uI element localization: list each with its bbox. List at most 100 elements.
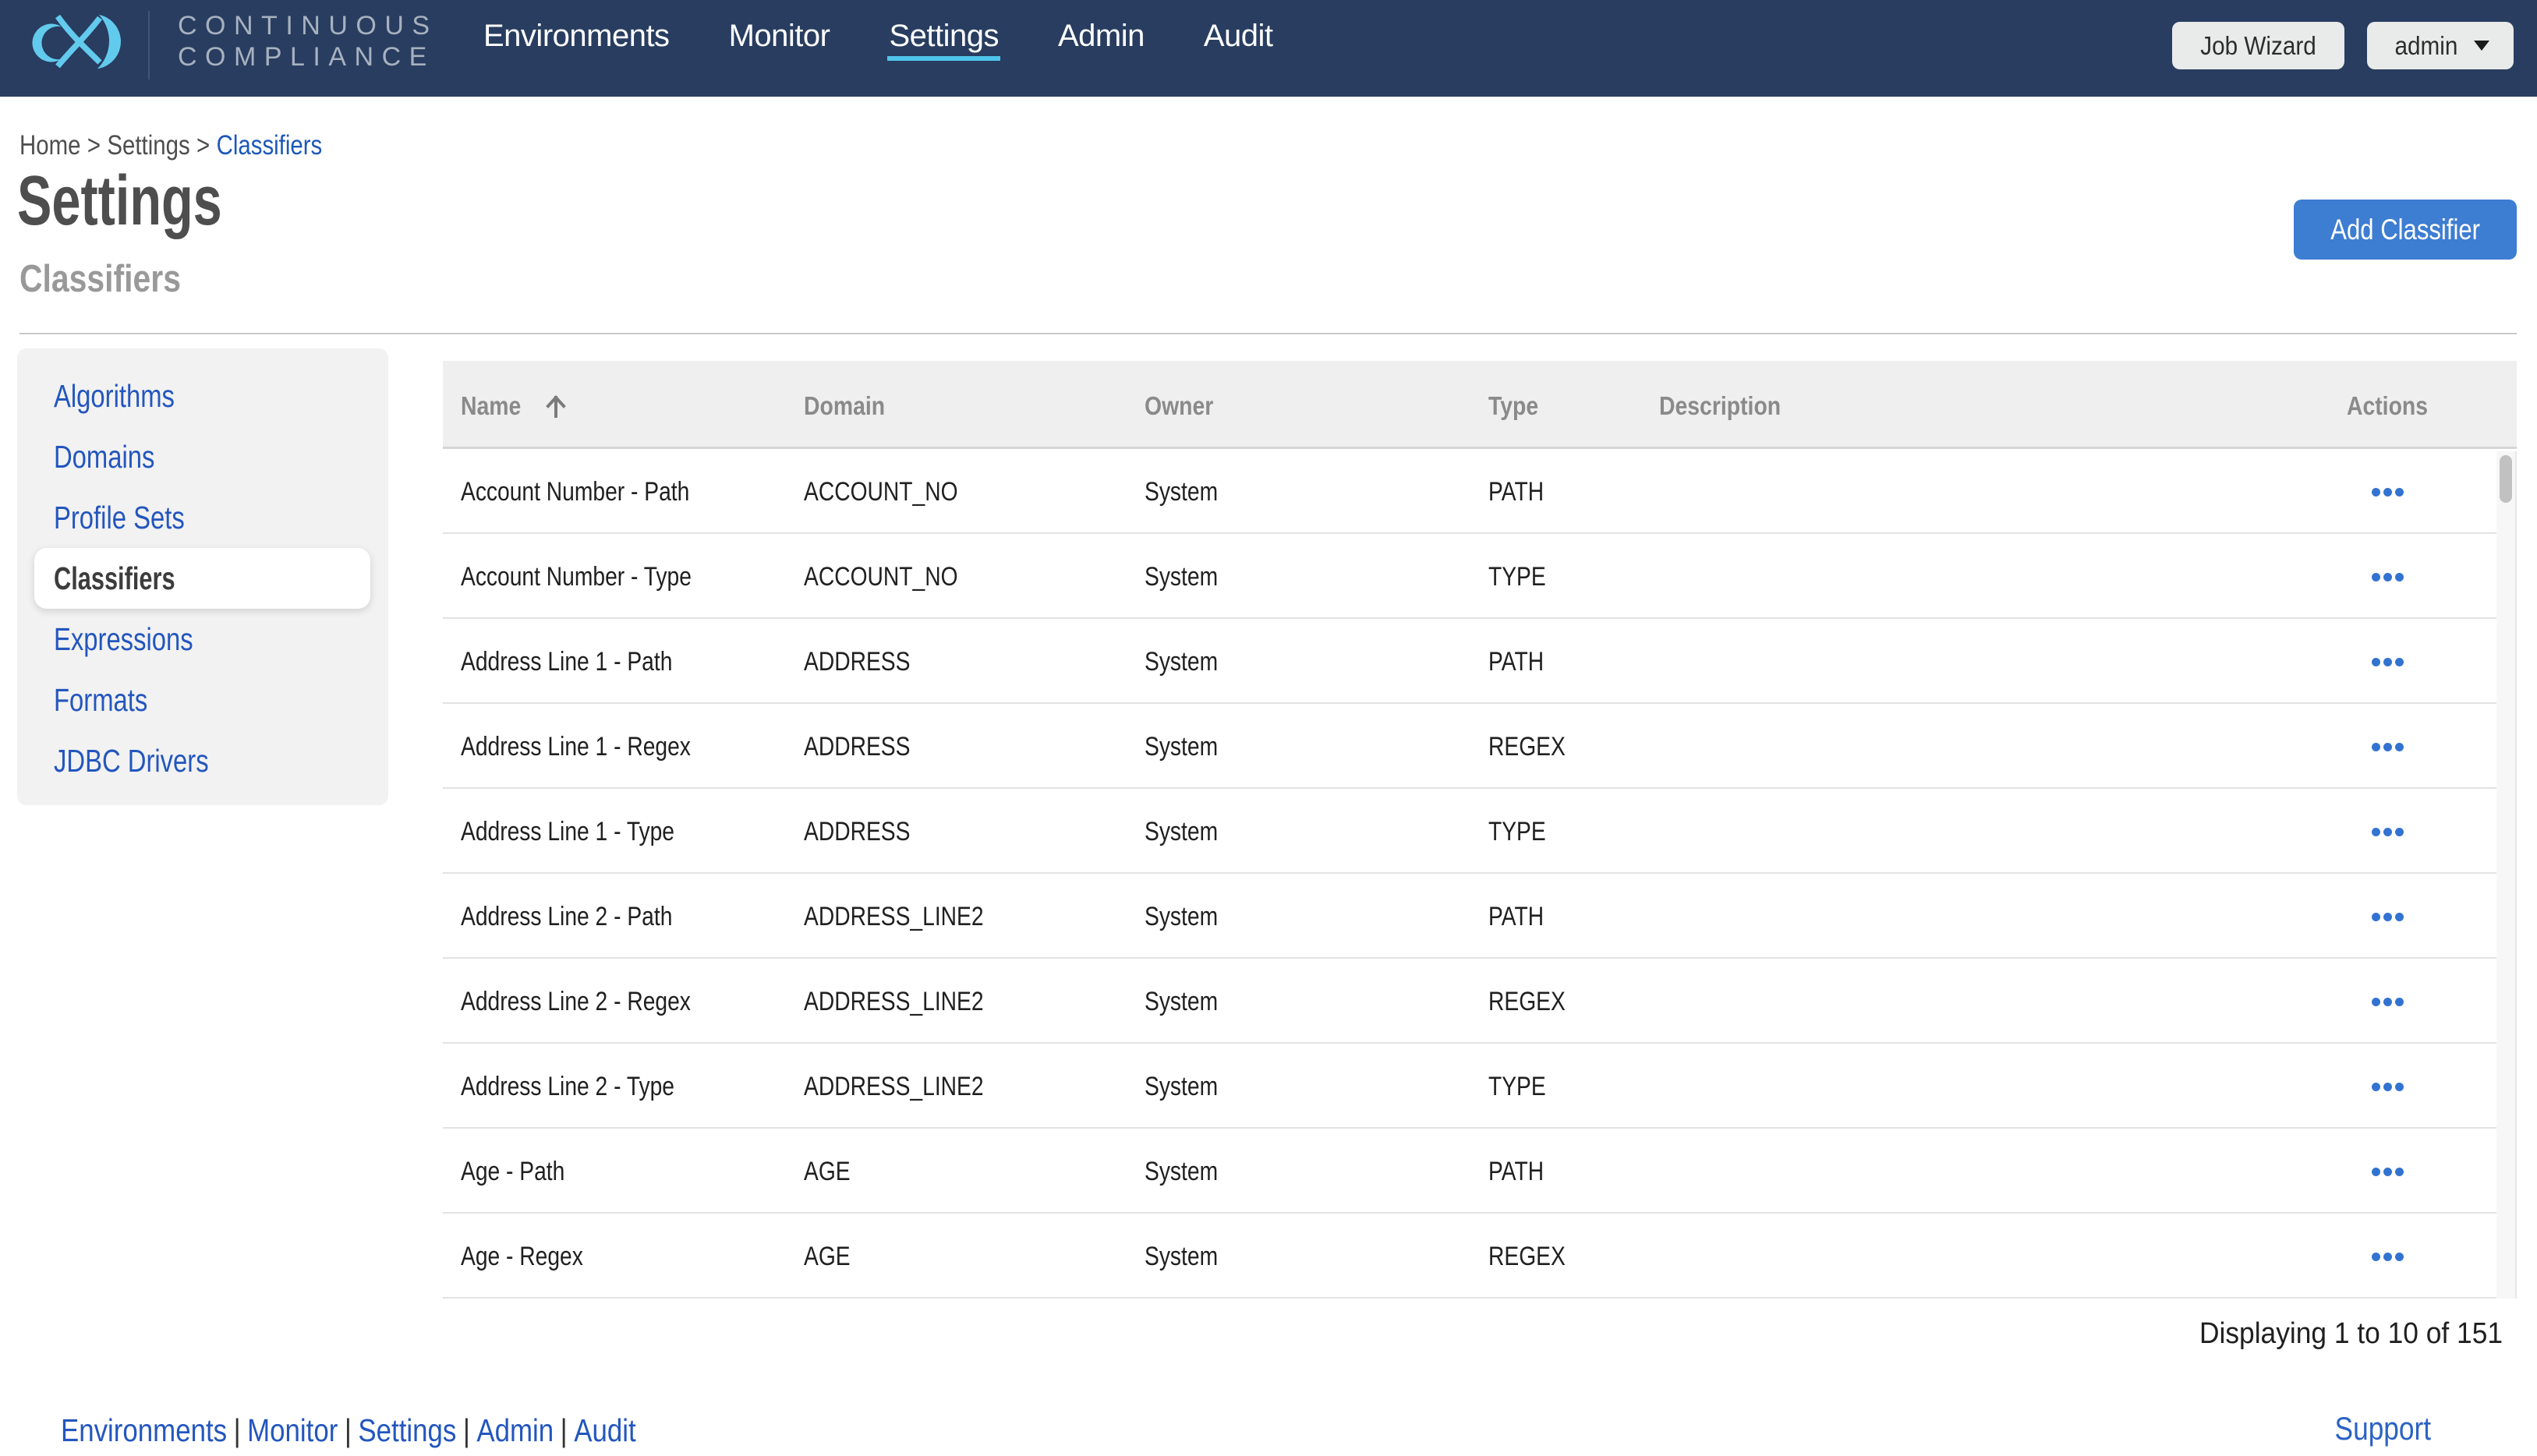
sidebar-item-label: Formats [54, 681, 148, 718]
cell-name: Age - Regex [461, 1242, 583, 1271]
nav-audit[interactable]: Audit [1202, 14, 1275, 61]
cell-owner: System [1145, 647, 1219, 677]
cell-owner: System [1145, 987, 1219, 1016]
row-actions-menu-icon[interactable] [2367, 908, 2408, 926]
cell-type: TYPE [1488, 817, 1546, 846]
brand-line2: COMPLIANCE [178, 42, 435, 72]
nav-monitor[interactable]: Monitor [727, 14, 832, 61]
breadcrumb-settings[interactable]: Settings [107, 130, 189, 161]
row-actions-menu-icon[interactable] [2367, 738, 2408, 756]
support-link[interactable]: Support [2334, 1410, 2431, 1447]
sidebar-item-label: Expressions [54, 620, 193, 657]
cell-name: Address Line 1 - Path [461, 647, 673, 677]
row-actions-menu-icon[interactable] [2367, 483, 2408, 501]
table-row: Account Number - Path ACCOUNT_NO System … [443, 449, 2496, 534]
cell-type: REGEX [1488, 732, 1566, 762]
footer-environments[interactable]: Environments [61, 1412, 227, 1448]
brand-line1: CONTINUOUS [178, 11, 438, 41]
row-actions-menu-icon[interactable] [2367, 1248, 2408, 1266]
cell-owner: System [1145, 477, 1219, 507]
sidebar-item-classifiers[interactable]: Classifiers [34, 548, 370, 609]
table-row: Address Line 2 - Type ADDRESS_LINE2 Syst… [443, 1044, 2496, 1129]
section-title: Classifiers [19, 258, 181, 300]
delphix-logo-icon [32, 15, 121, 69]
cell-name: Address Line 2 - Type [461, 1072, 675, 1101]
cell-name: Address Line 2 - Regex [461, 987, 691, 1016]
cell-name: Address Line 2 - Path [461, 902, 673, 931]
cell-domain: AGE [804, 1242, 851, 1271]
sort-ascending-icon [546, 395, 566, 418]
footer-separator: | [560, 1412, 568, 1448]
table-row: Account Number - Type ACCOUNT_NO System … [443, 534, 2496, 619]
row-actions-menu-icon[interactable] [2367, 823, 2408, 841]
cell-owner: System [1145, 1242, 1219, 1271]
cell-domain: ADDRESS_LINE2 [804, 1072, 984, 1101]
breadcrumb-separator: > [87, 130, 101, 161]
table-row: Age - Regex AGE System REGEX [443, 1214, 2496, 1299]
cell-owner: System [1145, 1157, 1219, 1186]
cell-type: REGEX [1488, 1242, 1566, 1271]
job-wizard-button[interactable]: Job Wizard [2172, 22, 2344, 69]
breadcrumb-home[interactable]: Home [19, 130, 80, 161]
column-header-actions: Actions [2346, 391, 2429, 420]
nav-admin[interactable]: Admin [1056, 14, 1146, 61]
footer-monitor[interactable]: Monitor [247, 1412, 338, 1448]
row-actions-menu-icon[interactable] [2367, 1163, 2408, 1181]
cell-domain: ADDRESS_LINE2 [804, 902, 984, 931]
column-header-description[interactable]: Description [1659, 391, 2192, 421]
footer-admin[interactable]: Admin [476, 1412, 554, 1448]
column-header-type[interactable]: Type [1488, 391, 1635, 421]
nav-environments[interactable]: Environments [482, 14, 671, 61]
add-classifier-label: Add Classifier [2330, 213, 2480, 246]
sidebar-item-profile-sets[interactable]: Profile Sets [34, 487, 370, 548]
sidebar-item-formats[interactable]: Formats [34, 670, 370, 730]
column-header-label: Name [461, 391, 522, 420]
column-header-owner[interactable]: Owner [1145, 391, 1440, 421]
sidebar-item-label: Domains [54, 438, 155, 475]
table-header-row: Name Domain Owner Type Description Actio… [443, 361, 2517, 449]
sidebar-item-algorithms[interactable]: Algorithms [34, 366, 370, 426]
footer-settings[interactable]: Settings [358, 1412, 456, 1448]
breadcrumb-classifiers[interactable]: Classifiers [217, 130, 323, 161]
cell-type: PATH [1488, 477, 1544, 507]
row-actions-menu-icon[interactable] [2367, 1078, 2408, 1096]
cell-owner: System [1145, 562, 1219, 592]
primary-nav: Environments Monitor Settings Admin Audi… [482, 0, 1275, 78]
column-header-name[interactable]: Name [443, 391, 804, 421]
table-scrollbar-thumb[interactable] [2500, 455, 2512, 503]
user-menu-label: admin [2394, 30, 2458, 60]
sidebar-item-expressions[interactable]: Expressions [34, 609, 370, 670]
table-scrollbar-track[interactable] [2496, 451, 2517, 1299]
job-wizard-label: Job Wizard [2200, 30, 2316, 60]
cell-type: PATH [1488, 647, 1544, 677]
page: CONTINUOUS COMPLIANCE Environments Monit… [0, 0, 2537, 1456]
sidebar-item-label: JDBC Drivers [54, 742, 209, 779]
column-header-domain[interactable]: Domain [804, 391, 1097, 421]
add-classifier-button[interactable]: Add Classifier [2294, 200, 2517, 260]
cell-domain: ACCOUNT_NO [804, 477, 958, 507]
classifiers-table: Name Domain Owner Type Description Actio… [443, 361, 2517, 1299]
sidebar-item-domains[interactable]: Domains [34, 426, 370, 487]
user-menu-button[interactable]: admin [2367, 22, 2514, 69]
navbar-actions: Job Wizard admin [2172, 22, 2514, 69]
cell-type: TYPE [1488, 1072, 1546, 1101]
section-divider [19, 333, 2517, 334]
table-row: Address Line 2 - Path ADDRESS_LINE2 Syst… [443, 874, 2496, 959]
table-row: Address Line 1 - Path ADDRESS System PAT… [443, 619, 2496, 704]
cell-domain: ACCOUNT_NO [804, 562, 958, 592]
breadcrumb: Home > Settings > Classifiers [19, 130, 322, 161]
table-row: Address Line 2 - Regex ADDRESS_LINE2 Sys… [443, 959, 2496, 1044]
top-navbar: CONTINUOUS COMPLIANCE Environments Monit… [0, 0, 2537, 97]
row-actions-menu-icon[interactable] [2367, 993, 2408, 1011]
cell-owner: System [1145, 902, 1219, 931]
cell-type: PATH [1488, 1157, 1544, 1186]
footer-audit[interactable]: Audit [574, 1412, 635, 1448]
cell-owner: System [1145, 817, 1219, 846]
sidebar-item-jdbc-drivers[interactable]: JDBC Drivers [34, 730, 370, 791]
cell-type: PATH [1488, 902, 1544, 931]
breadcrumb-separator: > [196, 130, 211, 161]
pagination-status: Displaying 1 to 10 of 151 [2199, 1317, 2503, 1350]
row-actions-menu-icon[interactable] [2367, 568, 2408, 586]
row-actions-menu-icon[interactable] [2367, 653, 2408, 671]
nav-settings[interactable]: Settings [887, 14, 1000, 61]
